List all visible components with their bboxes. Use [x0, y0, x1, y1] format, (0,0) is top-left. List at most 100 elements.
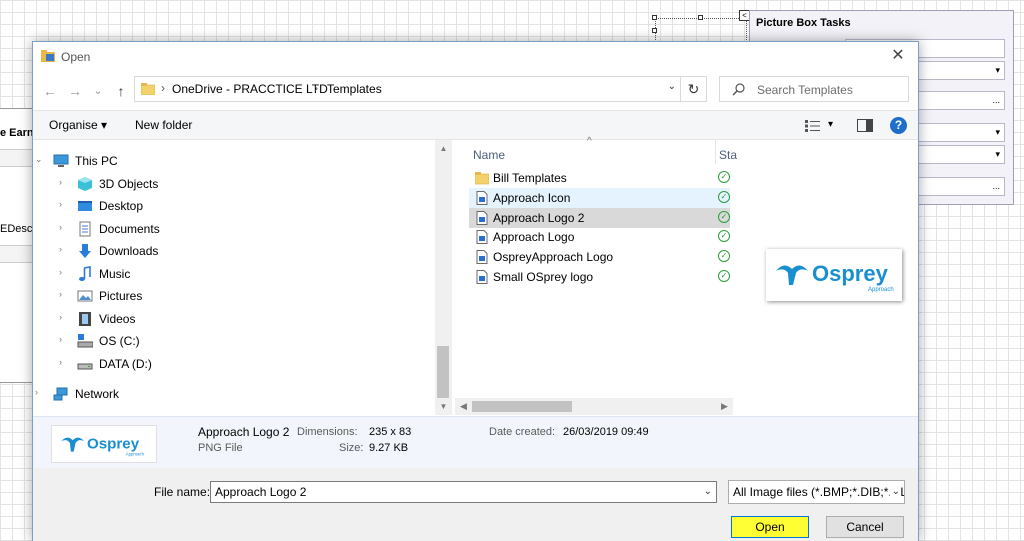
chevron-right-icon[interactable]: ›: [59, 312, 67, 322]
file-row[interactable]: Approach Icon ✓: [469, 187, 730, 208]
image-file-icon: [475, 190, 489, 205]
app-icon: [41, 50, 55, 62]
size-label: Size:: [339, 442, 364, 454]
nav-scrollbar[interactable]: ▲ ▼: [435, 140, 452, 415]
close-button[interactable]: ✕: [878, 42, 918, 72]
chevron-right-icon[interactable]: ›: [59, 244, 67, 254]
tree-item[interactable]: › Desktop: [33, 195, 433, 217]
search-input[interactable]: Search Templates: [719, 76, 909, 102]
tree-item-label: This PC: [75, 154, 118, 168]
file-name: Approach Icon: [493, 190, 571, 205]
chevron-down-icon[interactable]: ⌄: [35, 154, 43, 165]
chevron-right-icon[interactable]: ›: [59, 199, 67, 209]
organise-menu[interactable]: Organise ▾: [49, 118, 107, 132]
open-file-dialog: Open ✕ ← → ⌄ ↑ › OneDrive - PRACCTICE LT…: [32, 41, 919, 541]
up-arrow-icon[interactable]: ↑: [112, 82, 130, 100]
tree-item[interactable]: › Pictures: [33, 285, 433, 307]
tree-item-label: Desktop: [99, 199, 144, 213]
tree-item[interactable]: › Documents: [33, 218, 433, 240]
detail-file-name: Approach Logo 2: [198, 425, 290, 439]
file-type-filter[interactable]: All Image files (*.BMP;*.DIB;*.RLE ⌄: [728, 480, 905, 504]
music-icon: [77, 265, 93, 282]
tree-item[interactable]: › Downloads: [33, 240, 433, 262]
chevron-right-icon[interactable]: ›: [59, 177, 67, 187]
column-divider[interactable]: [715, 140, 716, 164]
image-file-icon: [475, 230, 489, 245]
tree-item[interactable]: › Network: [33, 383, 433, 405]
details-pane: Osprey Approach Approach Logo 2 PNG File…: [33, 416, 918, 468]
file-row[interactable]: Approach Logo 2 ✓: [469, 207, 730, 228]
file-name-input[interactable]: Approach Logo 2 ⌄: [210, 481, 717, 503]
chevron-right-icon[interactable]: ›: [59, 334, 67, 344]
scroll-thumb[interactable]: [472, 401, 572, 412]
sync-status-icon: ✓: [718, 190, 730, 203]
new-folder-button[interactable]: New folder: [135, 118, 192, 132]
sync-status-icon: ✓: [718, 171, 730, 183]
file-row[interactable]: Approach Logo ✓: [469, 227, 730, 247]
pictures-icon: [77, 288, 93, 304]
file-hscrollbar[interactable]: ◀ ▶: [455, 398, 733, 415]
folder-icon: [474, 171, 490, 185]
address-bar[interactable]: › OneDrive - PRACCTICE LTD › Templates ⌄: [134, 76, 681, 102]
chevron-down-icon[interactable]: ⌄: [889, 481, 900, 503]
file-row[interactable]: Bill Templates ✓: [469, 168, 730, 188]
search-icon: [732, 83, 745, 96]
chevron-right-icon[interactable]: ›: [35, 387, 43, 397]
tree-item[interactable]: › DATA (D:): [33, 353, 433, 375]
tree-item-label: Network: [75, 387, 120, 401]
column-header-status[interactable]: Sta: [719, 148, 737, 162]
column-header-name[interactable]: Name: [473, 148, 505, 162]
back-arrow-icon[interactable]: ←: [41, 82, 59, 100]
navigation-pane: ⌄ This PC › 3D Objects › Desktop › Documents › Do…: [33, 140, 452, 416]
chevron-right-icon[interactable]: ›: [59, 222, 67, 232]
tree-item[interactable]: › OS (C:): [33, 330, 433, 352]
computer-icon: [53, 153, 69, 169]
scroll-down-icon[interactable]: ▼: [435, 398, 452, 415]
desktop-icon: [77, 198, 93, 214]
tree-item[interactable]: ⌄ This PC: [33, 150, 433, 172]
size-value: 9.27 KB: [369, 442, 409, 454]
scroll-right-icon[interactable]: ▶: [716, 398, 733, 415]
chevron-right-icon[interactable]: ›: [59, 357, 67, 367]
recent-locations-icon[interactable]: ⌄: [89, 82, 107, 100]
view-dropdown[interactable]: ▾: [828, 119, 833, 130]
refresh-icon[interactable]: ↻: [681, 76, 707, 102]
logo-word: Osprey: [812, 261, 889, 286]
breadcrumb-templates[interactable]: Templates: [327, 82, 382, 96]
file-thumbnail: Osprey Approach: [51, 425, 157, 463]
form-label-earn: e Earn: [0, 127, 34, 139]
tree-item[interactable]: › 3D Objects: [33, 173, 433, 195]
download-icon: [77, 243, 93, 259]
resize-handle[interactable]: [652, 28, 657, 33]
scroll-thumb[interactable]: [437, 346, 449, 398]
resize-handle[interactable]: [698, 15, 703, 20]
tree-item-label: Music: [99, 266, 131, 281]
preview-pane-icon[interactable]: [857, 119, 873, 132]
form-row: [0, 245, 36, 263]
forward-arrow-icon[interactable]: →: [66, 82, 84, 100]
breadcrumb-separator: ›: [161, 81, 165, 95]
image-preview: Osprey Approach: [766, 249, 902, 301]
file-name: Bill Templates: [493, 171, 567, 185]
detail-file-type: PNG File: [198, 442, 243, 454]
resize-handle[interactable]: [652, 15, 657, 20]
file-row[interactable]: OspreyApproach Logo ✓: [469, 247, 730, 267]
file-name: Small OSprey logo: [493, 270, 594, 284]
tree-item[interactable]: › Videos: [33, 308, 433, 330]
scroll-up-icon[interactable]: ▲: [435, 140, 452, 157]
sync-status-icon: ✓: [718, 270, 730, 282]
chevron-down-icon[interactable]: ⌄: [668, 81, 676, 92]
chevron-right-icon[interactable]: ›: [59, 289, 67, 299]
tree-item[interactable]: › Music: [33, 263, 433, 285]
help-icon[interactable]: ?: [890, 117, 907, 134]
open-button[interactable]: Open: [731, 516, 809, 538]
cancel-button[interactable]: Cancel: [826, 516, 904, 538]
scroll-left-icon[interactable]: ◀: [455, 398, 472, 415]
view-options-icon[interactable]: [805, 120, 821, 132]
chevron-right-icon[interactable]: ›: [59, 267, 67, 277]
file-row[interactable]: Small OSprey logo ✓: [469, 267, 730, 287]
file-name: Approach Logo: [493, 230, 575, 245]
breadcrumb-onedrive[interactable]: OneDrive - PRACCTICE LTD: [172, 82, 328, 96]
chevron-down-icon[interactable]: ⌄: [704, 482, 712, 502]
tree-item-label: 3D Objects: [99, 176, 159, 191]
